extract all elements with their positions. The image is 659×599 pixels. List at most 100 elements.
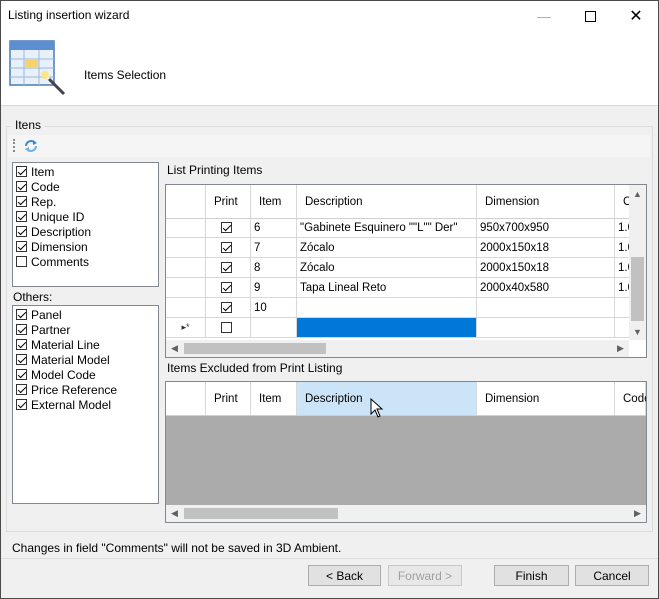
row-header[interactable] (166, 218, 206, 238)
item-cell[interactable]: 6 (251, 218, 297, 238)
checkbox[interactable] (220, 282, 232, 293)
close-icon: ✕ (629, 8, 643, 25)
dimension-cell[interactable]: 2000x150x18 (477, 258, 615, 278)
table-row[interactable]: 10 (166, 298, 635, 318)
row-header[interactable] (166, 298, 206, 318)
checkbox[interactable] (16, 309, 27, 320)
dimension-cell[interactable]: 2000x40x580 (477, 278, 615, 298)
close-button[interactable]: ✕ (613, 1, 658, 31)
col-dimension[interactable]: Dimension (477, 382, 615, 415)
field-item[interactable]: Item (16, 164, 54, 179)
scroll-left-icon[interactable]: ◀ (166, 505, 183, 522)
field-dimension[interactable]: Dimension (16, 239, 88, 254)
col-dimension[interactable]: Dimension (477, 185, 615, 218)
checkbox[interactable] (16, 211, 27, 222)
print-cell[interactable] (206, 318, 251, 338)
field-unique-id[interactable]: Unique ID (16, 209, 84, 224)
row-header[interactable] (166, 238, 206, 258)
dimension-cell[interactable]: 2000x150x18 (477, 238, 615, 258)
col-item[interactable]: Item (251, 185, 297, 218)
scroll-thumb[interactable] (631, 257, 644, 321)
checkbox[interactable] (220, 242, 232, 253)
checkbox[interactable] (16, 196, 27, 207)
printing-hscrollbar[interactable]: ◀ ▶ (166, 340, 629, 357)
field-comments[interactable]: Comments (16, 254, 89, 269)
field-rep[interactable]: Rep. (16, 194, 56, 209)
other-external-model[interactable]: External Model (16, 397, 111, 412)
table-row[interactable]: 8 Zócalo 2000x150x18 1.0 (166, 258, 635, 278)
row-header[interactable] (166, 258, 206, 278)
refresh-icon[interactable] (23, 138, 39, 154)
item-cell[interactable] (251, 318, 297, 338)
checkbox[interactable] (220, 222, 232, 233)
checkbox[interactable] (16, 324, 27, 335)
print-cell[interactable] (206, 258, 251, 278)
selected-description-cell[interactable] (297, 318, 477, 338)
table-row[interactable]: 7 Zócalo 2000x150x18 1.0 (166, 238, 635, 258)
checkbox[interactable] (16, 181, 27, 192)
checkbox[interactable] (16, 354, 27, 365)
table-row[interactable]: 6 "Gabinete Esquinero ""L"" Der" 950x700… (166, 218, 635, 238)
scroll-right-icon[interactable]: ▶ (629, 505, 646, 522)
checkbox[interactable] (16, 384, 27, 395)
print-cell[interactable] (206, 278, 251, 298)
dimension-cell[interactable] (477, 298, 615, 318)
field-description[interactable]: Description (16, 224, 91, 239)
forward-button[interactable]: Forward > (388, 565, 462, 586)
checkbox[interactable] (16, 399, 27, 410)
print-cell[interactable] (206, 298, 251, 318)
checkbox[interactable] (16, 256, 27, 267)
other-material-model[interactable]: Material Model (16, 352, 110, 367)
maximize-button[interactable] (567, 1, 613, 31)
scroll-thumb[interactable] (184, 508, 338, 519)
checkbox[interactable] (220, 262, 232, 273)
finish-button[interactable]: Finish (494, 565, 569, 586)
checkbox[interactable] (16, 166, 27, 177)
item-cell[interactable]: 7 (251, 238, 297, 258)
other-model-code[interactable]: Model Code (16, 367, 96, 382)
checkbox[interactable] (220, 322, 232, 333)
description-cell[interactable]: Zócalo (297, 238, 477, 258)
dimension-cell[interactable]: 950x700x950 (477, 218, 615, 238)
checkbox[interactable] (220, 302, 232, 313)
minimize-button[interactable]: — (521, 1, 567, 31)
checkbox[interactable] (16, 241, 27, 252)
scroll-up-icon[interactable]: ▲ (629, 185, 646, 202)
field-code[interactable]: Code (16, 179, 60, 194)
scroll-down-icon[interactable]: ▼ (629, 323, 646, 340)
description-cell[interactable]: "Gabinete Esquinero ""L"" Der" (297, 218, 477, 238)
back-button[interactable]: < Back (308, 565, 381, 586)
row-header[interactable] (166, 278, 206, 298)
print-cell[interactable] (206, 218, 251, 238)
printing-vscrollbar[interactable]: ▲ ▼ (629, 185, 646, 340)
checkbox[interactable] (16, 369, 27, 380)
checkbox[interactable] (16, 339, 27, 350)
other-panel[interactable]: Panel (16, 307, 62, 322)
new-row-marker[interactable]: ▸* (166, 318, 206, 338)
print-cell[interactable] (206, 238, 251, 258)
other-material-line[interactable]: Material Line (16, 337, 100, 352)
item-cell[interactable]: 10 (251, 298, 297, 318)
checkbox[interactable] (16, 226, 27, 237)
other-partner[interactable]: Partner (16, 322, 70, 337)
item-cell[interactable]: 8 (251, 258, 297, 278)
scroll-thumb[interactable] (184, 343, 326, 354)
col-description[interactable]: Description (297, 382, 477, 415)
scroll-right-icon[interactable]: ▶ (612, 340, 629, 357)
item-cell[interactable]: 9 (251, 278, 297, 298)
cancel-button[interactable]: Cancel (575, 565, 649, 586)
description-cell[interactable]: Zócalo (297, 258, 477, 278)
new-row[interactable]: ▸* (166, 318, 635, 338)
table-row[interactable]: 9 Tapa Lineal Reto 2000x40x580 1.0 (166, 278, 635, 298)
other-price-reference[interactable]: Price Reference (16, 382, 117, 397)
col-code[interactable]: Code (615, 382, 646, 415)
col-item[interactable]: Item (251, 382, 297, 415)
excluded-hscrollbar[interactable]: ◀ ▶ (166, 505, 646, 522)
description-cell[interactable]: Tapa Lineal Reto (297, 278, 477, 298)
scroll-left-icon[interactable]: ◀ (166, 340, 183, 357)
col-description[interactable]: Description (297, 185, 477, 218)
col-print[interactable]: Print (206, 382, 251, 415)
dimension-cell[interactable] (477, 318, 615, 338)
col-print[interactable]: Print (206, 185, 251, 218)
description-cell[interactable] (297, 298, 477, 318)
